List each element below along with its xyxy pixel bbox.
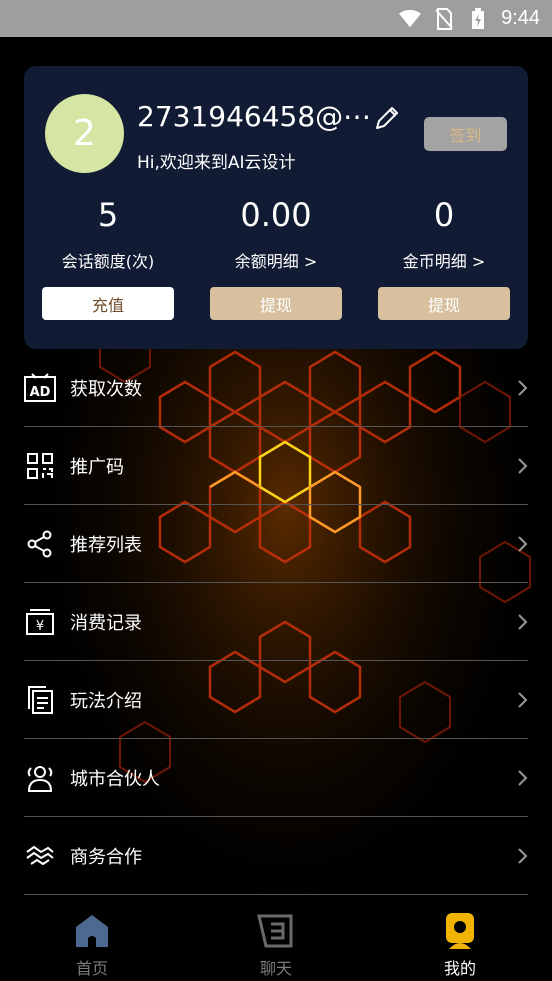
tab-home[interactable]: 首页 xyxy=(0,897,184,981)
svg-text:AD: AD xyxy=(30,385,51,400)
menu-item-city-partner[interactable]: 城市合伙人 xyxy=(24,739,528,817)
tab-label: 首页 xyxy=(75,959,108,978)
stat-value: 0 xyxy=(433,196,455,234)
svg-text:¥: ¥ xyxy=(36,619,44,634)
qr-code-icon xyxy=(24,450,56,482)
handshake-icon xyxy=(24,840,56,872)
chevron-right-icon xyxy=(516,769,528,787)
partners-icon xyxy=(24,762,56,794)
battery-charging-icon xyxy=(467,7,489,30)
menu-item-referrals[interactable]: 推荐列表 xyxy=(24,505,528,583)
chevron-right-icon xyxy=(516,535,528,553)
status-time: 9:44 xyxy=(501,7,540,29)
menu-item-spending-records[interactable]: ¥ 消费记录 xyxy=(24,583,528,661)
tab-label: 聊天 xyxy=(259,959,292,978)
tab-label: 我的 xyxy=(443,959,476,978)
menu-item-label: 推广码 xyxy=(70,456,124,478)
stat-value: 0.00 xyxy=(240,196,312,234)
menu-item-label: 推荐列表 xyxy=(70,534,142,556)
no-sim-icon xyxy=(433,7,455,30)
menu-item-get-count[interactable]: AD 获取次数 xyxy=(24,349,528,427)
username: 2731946458@⋯ xyxy=(137,100,372,133)
checkin-button[interactable]: 签到 xyxy=(424,117,507,151)
stat-value: 5 xyxy=(97,196,119,234)
tab-mine[interactable]: 我的 xyxy=(368,897,552,981)
stat-session-quota: 5 会话额度(次) xyxy=(24,196,192,272)
stat-balance[interactable]: 0.00 余额明细 > xyxy=(192,196,360,272)
menu-item-promo-code[interactable]: 推广码 xyxy=(24,427,528,505)
document-icon xyxy=(24,684,56,716)
menu-item-label: 城市合伙人 xyxy=(70,768,160,790)
edit-pencil-icon[interactable] xyxy=(373,104,401,132)
stat-coins[interactable]: 0 金币明细 > xyxy=(360,196,528,272)
chat-icon xyxy=(256,911,296,951)
chevron-right-icon xyxy=(516,457,528,475)
chevron-right-icon xyxy=(516,691,528,709)
menu-item-label: 消费记录 xyxy=(70,612,142,634)
yen-receipt-icon: ¥ xyxy=(24,606,56,638)
menu-item-label: 玩法介绍 xyxy=(70,690,142,712)
wifi-icon xyxy=(399,8,422,30)
withdraw-balance-button[interactable]: 提现 xyxy=(210,287,342,320)
stat-label: 会话额度(次) xyxy=(61,252,155,271)
stat-label[interactable]: 余额明细 > xyxy=(192,248,360,272)
chevron-right-icon xyxy=(516,379,528,397)
chevron-right-icon xyxy=(516,613,528,631)
recharge-button[interactable]: 充值 xyxy=(42,287,174,320)
chevron-right-icon xyxy=(516,847,528,865)
menu-item-label: 商务合作 xyxy=(70,846,142,868)
share-icon xyxy=(24,528,56,560)
withdraw-coins-button[interactable]: 提现 xyxy=(378,287,510,320)
tab-chat[interactable]: 聊天 xyxy=(184,897,368,981)
greeting-text: Hi,欢迎来到AI云设计 xyxy=(137,153,296,173)
status-bar: 9:44 xyxy=(0,0,552,37)
menu-list: AD 获取次数 推广码 推荐列表 ¥ 消费记录 玩法介绍 城市合伙人 商务合作 xyxy=(24,349,528,895)
profile-icon xyxy=(440,911,480,951)
avatar[interactable]: 2 xyxy=(45,94,124,173)
bottom-tab-bar: 首页 聊天 我的 xyxy=(0,897,552,981)
menu-item-business-cooperation[interactable]: 商务合作 xyxy=(24,817,528,895)
menu-item-label: 获取次数 xyxy=(70,378,142,400)
menu-item-gameplay-intro[interactable]: 玩法介绍 xyxy=(24,661,528,739)
stat-label[interactable]: 金币明细 > xyxy=(360,248,528,272)
ad-icon: AD xyxy=(24,372,56,404)
home-icon xyxy=(72,911,112,951)
